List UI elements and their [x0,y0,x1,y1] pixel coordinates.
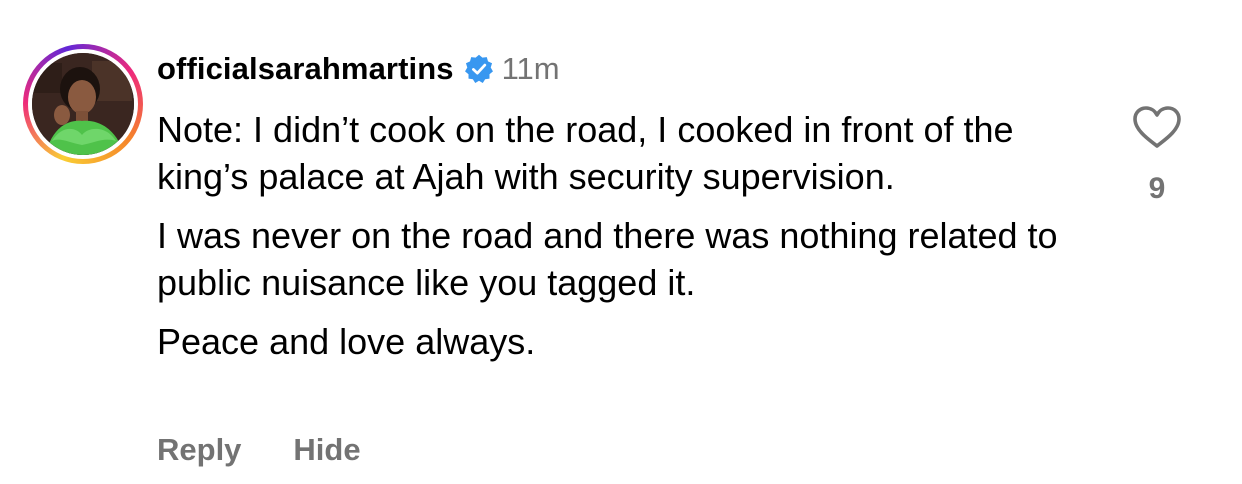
hide-button[interactable]: Hide [293,432,360,468]
reply-button[interactable]: Reply [157,432,241,468]
comment-paragraph: Peace and love always. [157,321,536,362]
like-count: 9 [1148,172,1166,205]
comment-header: officialsarahmartins 11m [157,48,560,90]
comment-paragraph: Note: I didn’t cook on the road, I cooke… [157,109,1014,197]
avatar-portrait [32,53,134,155]
avatar-ring-gap [28,49,138,159]
username[interactable]: officialsarahmartins [157,51,454,87]
comment-body: Note: I didn’t cook on the road, I cooke… [157,106,1087,377]
heart-outline-icon[interactable] [1131,104,1183,150]
comment: officialsarahmartins 11m Note: I didn’t … [0,0,1242,484]
timestamp: 11m [501,51,560,86]
avatar[interactable] [32,53,134,155]
comment-actions: Reply Hide [157,432,361,468]
verified-badge-icon [464,54,493,83]
story-ring[interactable] [23,44,143,164]
comment-paragraph: I was never on the road and there was no… [157,215,1058,303]
